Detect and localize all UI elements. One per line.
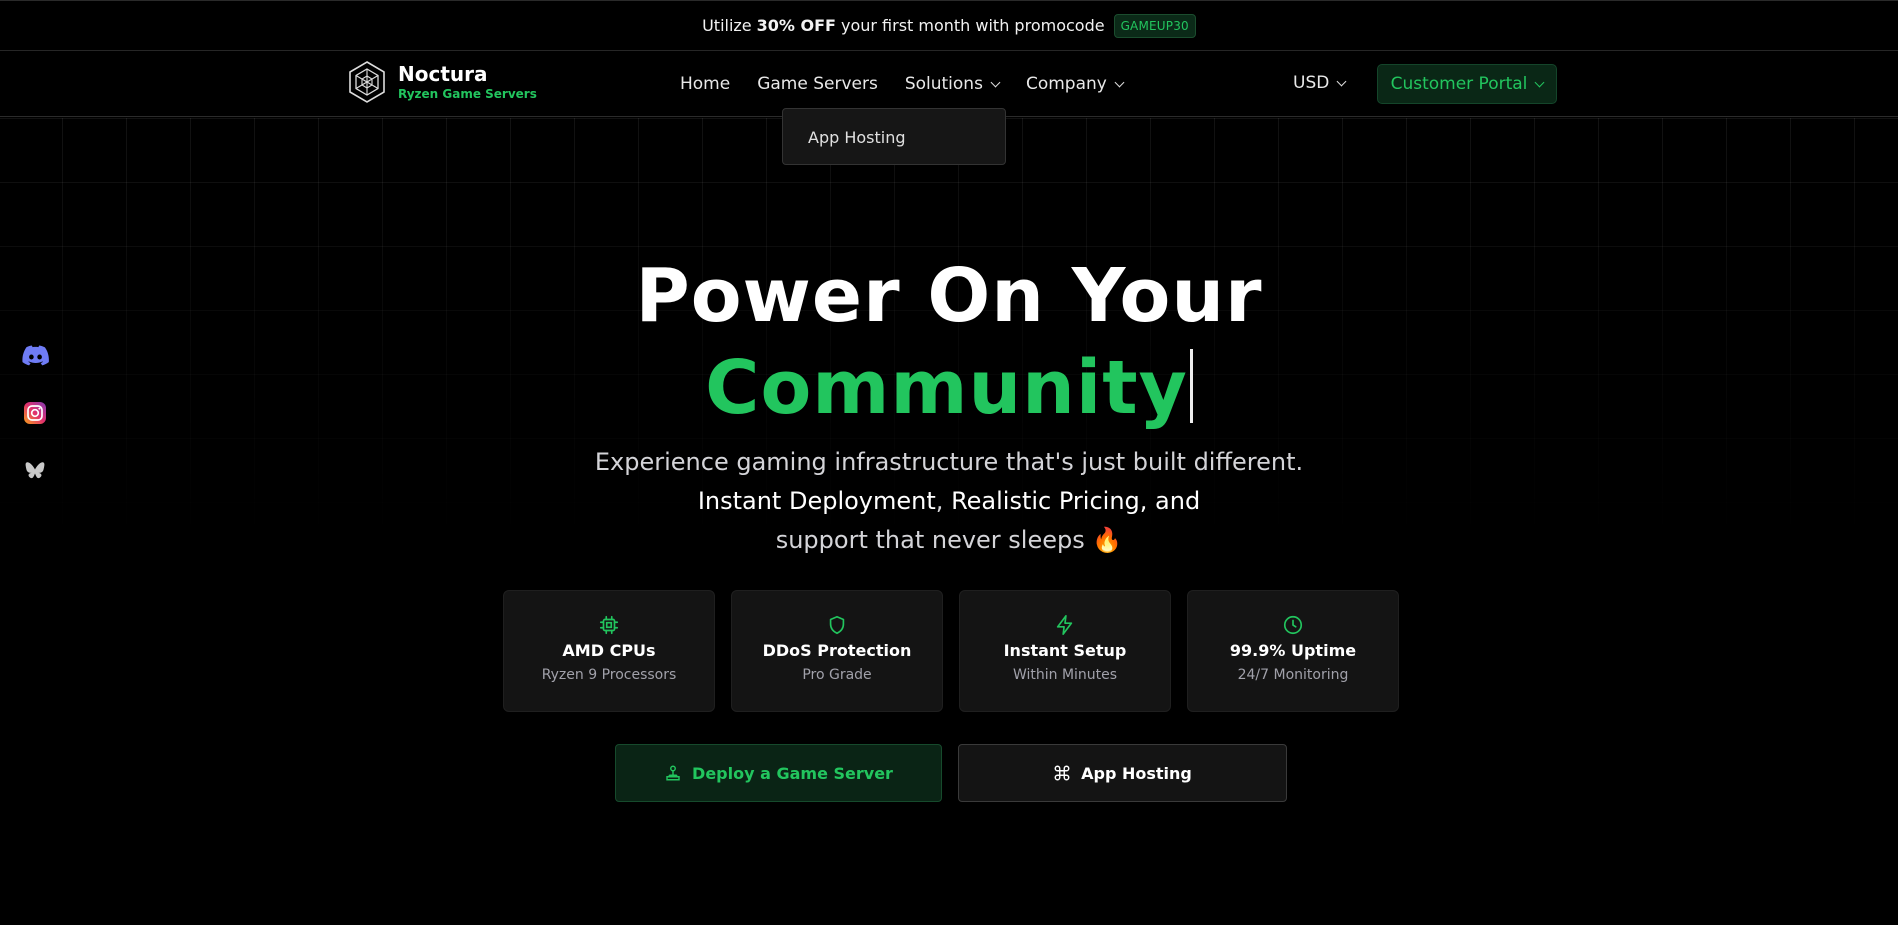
hero-subtitle-line3: support that never sleeps 🔥 <box>775 526 1123 554</box>
solutions-dropdown: App Hosting <box>782 108 1006 165</box>
hero-title: Power On Your Community <box>0 250 1898 434</box>
hero-title-line1: Power On Your <box>635 253 1263 339</box>
promo-code-badge[interactable]: GAMEUP30 <box>1113 13 1196 38</box>
feature-subtitle: Within Minutes <box>1012 667 1118 683</box>
command-icon <box>1054 765 1070 781</box>
promo-prefix: Utilize <box>702 16 752 35</box>
hero-subtitle-line2: Instant Deployment, Realistic Pricing, a… <box>697 487 1201 515</box>
app-hosting-button[interactable]: App Hosting <box>958 744 1287 802</box>
hero-subtitle: Experience gaming infrastructure that's … <box>0 443 1898 560</box>
nav-game-servers[interactable]: Game Servers <box>757 74 878 94</box>
feature-card-ddos: DDoS Protection Pro Grade <box>731 590 943 712</box>
feature-cards: AMD CPUs Ryzen 9 Processors DDoS Protect… <box>503 590 1415 712</box>
clock-icon <box>1283 615 1303 635</box>
feature-card-uptime: 99.9% Uptime 24/7 Monitoring <box>1187 590 1399 712</box>
app-hosting-button-label: App Hosting <box>1081 763 1192 783</box>
feature-title: DDoS Protection <box>762 641 912 660</box>
dropdown-item-app-hosting[interactable]: App Hosting <box>808 128 906 147</box>
feature-card-cpu: AMD CPUs Ryzen 9 Processors <box>503 590 715 712</box>
shield-icon <box>829 615 845 635</box>
feature-title: 99.9% Uptime <box>1229 641 1357 660</box>
promo-banner: Utilize 30% OFF your first month with pr… <box>0 0 1898 51</box>
feature-subtitle: Pro Grade <box>802 667 872 683</box>
nav-company[interactable]: Company <box>1026 74 1125 94</box>
nav-home[interactable]: Home <box>680 74 730 94</box>
brand-logo-link[interactable]: Noctura Ryzen Game Servers <box>345 60 537 104</box>
hero-title-line2-wrap: Community <box>0 342 1898 434</box>
lightning-icon <box>1056 615 1073 635</box>
hero-title-line2: Community <box>705 345 1188 431</box>
chevron-down-icon <box>1534 77 1545 87</box>
feature-title: AMD CPUs <box>562 641 656 660</box>
promo-discount: 30% OFF <box>756 16 836 35</box>
feature-card-setup: Instant Setup Within Minutes <box>959 590 1171 712</box>
joystick-icon <box>666 765 680 781</box>
feature-subtitle: 24/7 Monitoring <box>1237 667 1349 683</box>
noctura-logo-icon <box>349 61 385 103</box>
promo-suffix: your first month with promocode <box>840 16 1105 35</box>
feature-subtitle: Ryzen 9 Processors <box>541 667 677 683</box>
nav-solutions[interactable]: Solutions <box>905 74 1001 94</box>
hero-subtitle-line1: Experience gaming infrastructure that's … <box>594 448 1304 476</box>
chevron-down-icon <box>990 77 1001 87</box>
cpu-icon <box>599 615 619 635</box>
chevron-down-icon <box>1336 76 1347 86</box>
fire-emoji-icon: 🔥 <box>1092 526 1123 554</box>
customer-portal-button[interactable]: Customer Portal <box>1377 64 1557 104</box>
brand-tagline: Ryzen Game Servers <box>398 87 537 101</box>
feature-title: Instant Setup <box>1003 641 1127 660</box>
deploy-game-server-button[interactable]: Deploy a Game Server <box>615 744 942 802</box>
brand-name: Noctura <box>398 62 488 86</box>
typing-caret <box>1189 349 1193 423</box>
deploy-button-label: Deploy a Game Server <box>692 763 893 783</box>
currency-selector[interactable]: USD <box>1293 73 1347 93</box>
chevron-down-icon <box>1114 77 1125 87</box>
